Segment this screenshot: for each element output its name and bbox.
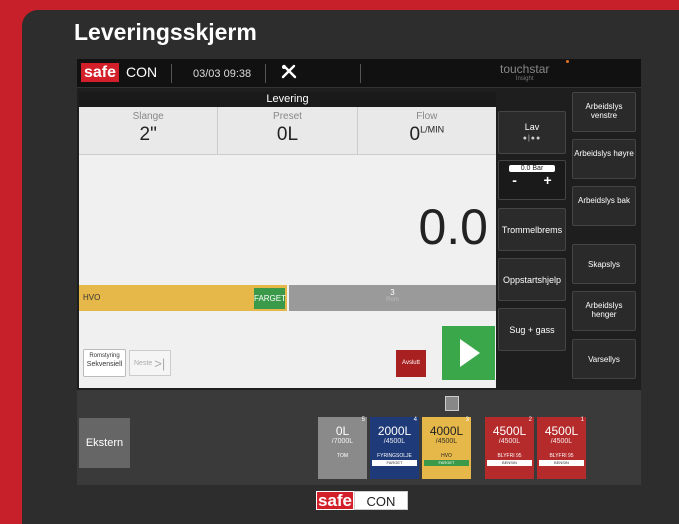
tank-number: 4 (413, 417, 417, 423)
work-light-left-button[interactable]: Arbeidslys venstre (572, 92, 636, 132)
warning-light-button[interactable]: Varsellys (572, 339, 636, 379)
delivered-volume: 0.0 (418, 199, 488, 255)
divider (360, 64, 361, 83)
stat-label: Flow (416, 111, 438, 122)
cabinet-light-button[interactable]: Skapslys (572, 244, 636, 284)
pressure-plus-button[interactable]: + (544, 172, 552, 188)
brand-logo-safe: safe (81, 63, 120, 82)
tank-5[interactable]: 5 0L /7000L TOM (318, 417, 367, 479)
flow-value: 0 (409, 124, 421, 145)
compartment-mode-button[interactable]: Romstyring Sekvensiell (83, 349, 126, 377)
speed-low-button[interactable]: Lav ●|●● (498, 111, 566, 154)
vendor-sub: Insight (515, 76, 534, 82)
vendor-logo: touchstar Insight (500, 62, 549, 82)
stat-label: Preset (273, 111, 302, 122)
tank-3[interactable]: 3 4000L /4500L HVO FARGET (422, 417, 471, 479)
tank-volume: 4500L (492, 424, 527, 438)
mode-line1: Romstyring (89, 353, 120, 359)
mode-line2: Sekvensiell (86, 361, 123, 368)
status-indicator (566, 60, 569, 63)
tank-2[interactable]: 2 4500L /4500L BLYFRI 95 BENSIN (485, 417, 534, 479)
pressure-minus-button[interactable]: - (512, 172, 517, 188)
footer-logo-con: CON (354, 491, 408, 510)
compartment-strip: Ekstern 5 0L /7000L TOM 4 2000L /4500L F… (77, 390, 641, 485)
brand-logo-con: CON (126, 64, 158, 80)
tank-tag: BENSIN (487, 460, 532, 466)
product-bar: HVO FARGET (79, 285, 287, 311)
stat-preset[interactable]: Preset 0L (218, 107, 358, 154)
farget-button[interactable]: FARGET (254, 288, 286, 309)
flow-unit: L/MIN (420, 124, 445, 135)
suction-gas-button[interactable]: Sug + gass (498, 308, 566, 351)
product-label: HVO (83, 293, 101, 302)
work-light-right-button[interactable]: Arbeidslys høyre (572, 139, 636, 179)
stat-value: 0L (276, 124, 299, 145)
tank-product: TOM (336, 453, 349, 459)
stat-value: 0L/MIN (358, 124, 496, 146)
tools-icon[interactable] (281, 64, 297, 85)
compartment-sub: Rom (386, 297, 399, 303)
tank-number: 3 (465, 417, 469, 423)
stat-value: 2" (139, 124, 157, 145)
tank-capacity: /4500L (550, 438, 573, 445)
tank-volume: 4500L (544, 424, 579, 438)
tank-volume: 2000L (377, 424, 412, 438)
tank-volume: 4000L (429, 424, 464, 438)
truck-icon (445, 396, 459, 411)
skip-next-icon: >| (154, 356, 166, 371)
vendor-name: touchstar (500, 62, 550, 76)
next-button[interactable]: Neste >| (129, 350, 171, 376)
stat-flow: Flow 0L/MIN (358, 107, 496, 154)
next-label: Neste (134, 360, 153, 367)
delivery-panel: Levering Slange 2" Preset 0L Flow 0L/MIN… (79, 92, 496, 388)
speed-dots-icon: ●|●● (522, 135, 542, 142)
tank-capacity: /4500L (383, 438, 406, 445)
start-help-button[interactable]: Oppstartshjelp (498, 258, 566, 301)
tank-tag: FARGET (424, 460, 469, 466)
tank-product: HVO (441, 453, 452, 459)
speed-label: Lav (524, 122, 540, 132)
tank-tag: FARGET (372, 460, 417, 466)
play-icon (460, 339, 480, 367)
top-bar: safe CON 03/03 09:38 touchstar Insight (77, 59, 641, 88)
end-button[interactable]: Avslutt (396, 350, 426, 377)
compartment-number: 3 (390, 288, 395, 297)
drum-brake-button[interactable]: Trommelbrems (498, 208, 566, 251)
pressure-value: 0.0 Bar (509, 165, 555, 172)
device-screen: safe CON 03/03 09:38 touchstar Insight Le… (77, 59, 641, 485)
work-light-rear-button[interactable]: Arbeidslys bak (572, 186, 636, 226)
tank-tag: BENSIN (539, 460, 584, 466)
tank-capacity: /4500L (498, 438, 521, 445)
tank-number: 5 (361, 417, 365, 423)
divider (171, 64, 172, 83)
stats-row: Slange 2" Preset 0L Flow 0L/MIN (79, 107, 496, 155)
tank-product: FYRINGSOLJE (377, 453, 412, 459)
tank-4[interactable]: 4 2000L /4500L FYRINGSOLJE FARGET (370, 417, 419, 479)
tank-product: BLYFRI 95 (549, 453, 574, 459)
tank-volume: 0L (335, 424, 350, 438)
tank-capacity: /7000L (331, 438, 354, 445)
stat-label: Slange (132, 111, 164, 122)
compartment-bar: 3 Rom (289, 285, 496, 311)
tank-number: 1 (580, 417, 584, 423)
divider (265, 64, 266, 83)
tank-1[interactable]: 1 4500L /4500L BLYFRI 95 BENSIN (537, 417, 586, 479)
tank-product: BLYFRI 95 (497, 453, 522, 459)
page-title: Leveringsskjerm (74, 19, 257, 45)
datetime: 03/03 09:38 (193, 68, 252, 80)
pressure-control: 0.0 Bar - + (498, 160, 566, 200)
footer-logo-safe: safe (316, 491, 354, 510)
delivery-header: Levering (79, 92, 496, 107)
external-button[interactable]: Ekstern (79, 418, 130, 468)
work-light-trailer-button[interactable]: Arbeidslys henger (572, 291, 636, 331)
tank-number: 2 (528, 417, 532, 423)
tank-capacity: /4500L (435, 438, 458, 445)
stat-hose: Slange 2" (79, 107, 219, 154)
start-button[interactable] (442, 326, 495, 380)
